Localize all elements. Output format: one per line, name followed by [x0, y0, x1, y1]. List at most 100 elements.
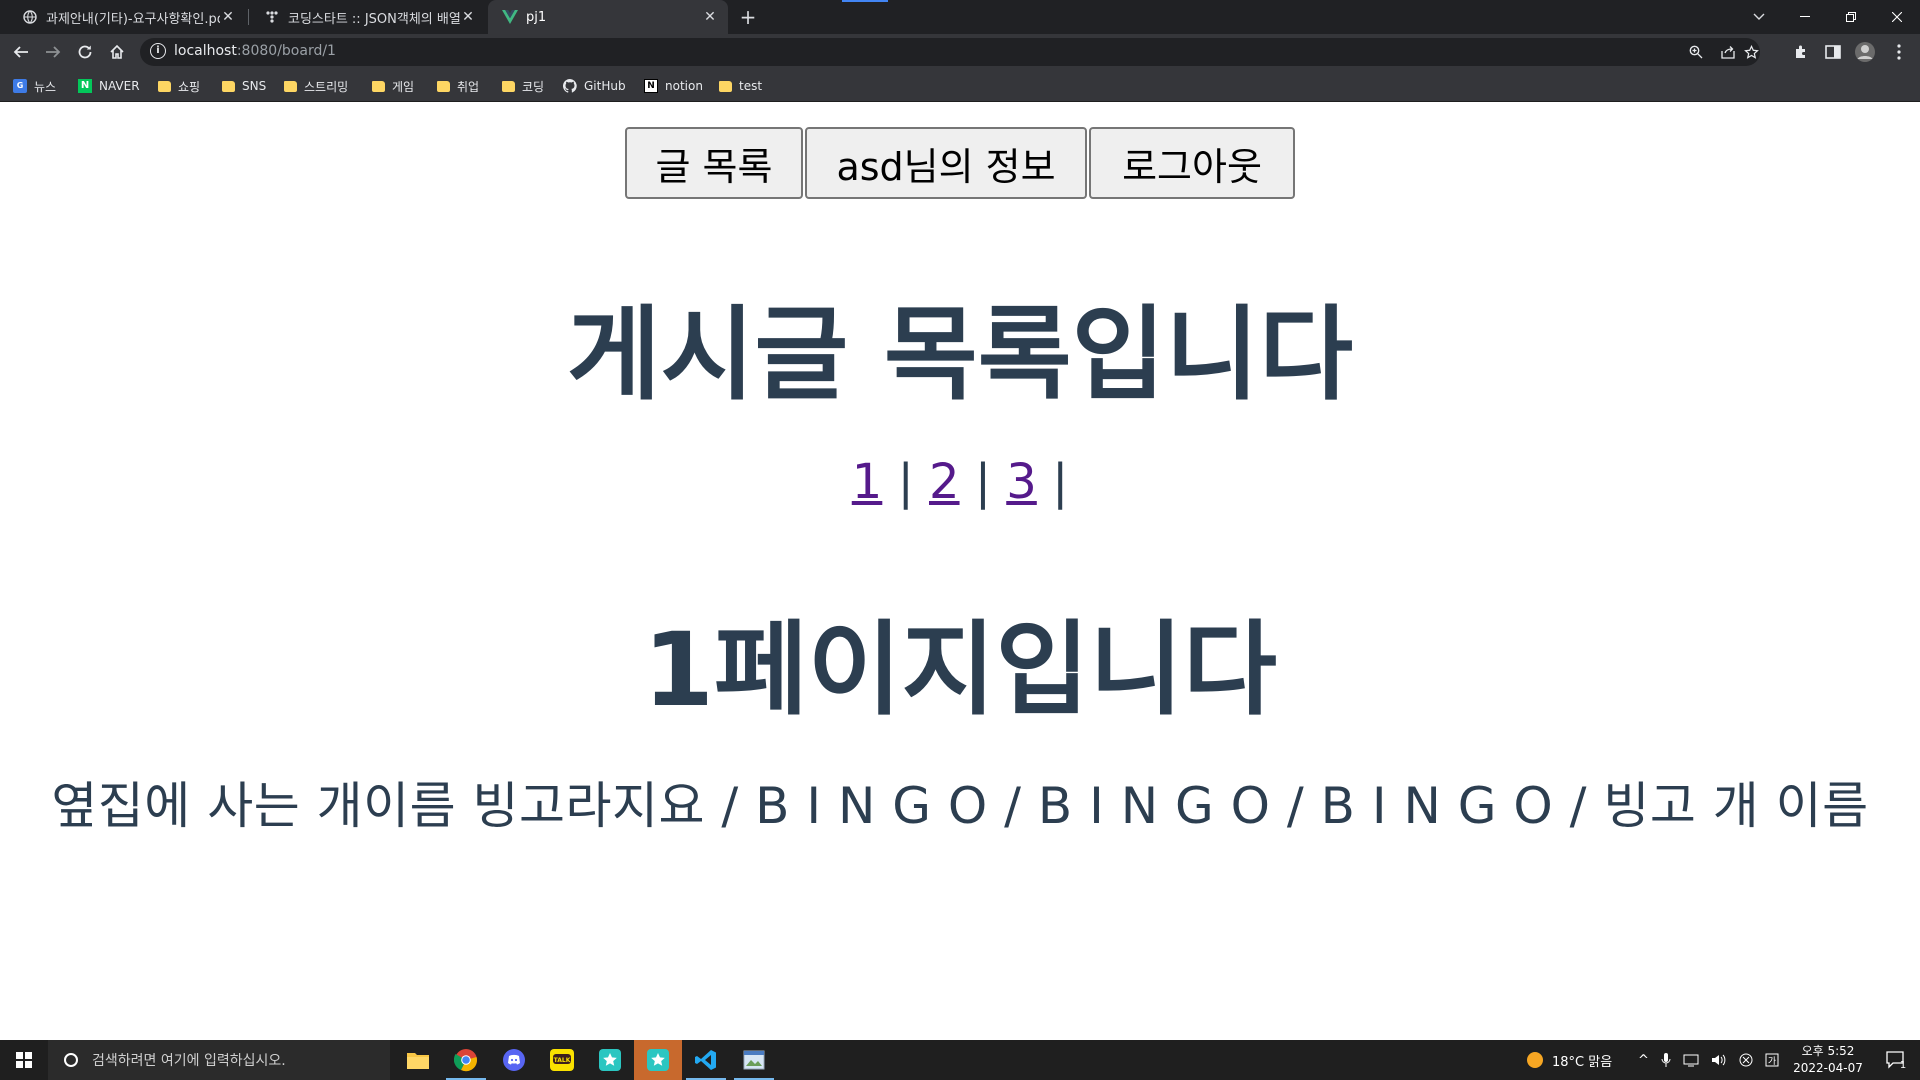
pagination: 1 | 2 | 3 |	[0, 454, 1920, 510]
bookmark-naver[interactable]: N NAVER	[78, 77, 140, 95]
system-tray: ^ 가	[1638, 1040, 1779, 1080]
tab-1-close-icon[interactable]: ✕	[220, 9, 236, 25]
bookmarks-bar: G 뉴스 N NAVER 쇼핑 SNS 스트리밍 게임 취업 코딩 GitHub N…	[0, 70, 1920, 102]
page-link-2[interactable]: 2	[929, 454, 960, 510]
home-button[interactable]	[102, 37, 132, 67]
restore-button[interactable]	[1828, 0, 1874, 34]
bookmark-label: 코딩	[522, 79, 545, 94]
user-info-button[interactable]: asd님의 정보	[805, 127, 1087, 199]
star-app-icon	[599, 1049, 621, 1071]
url-host: localhost	[174, 43, 237, 59]
blocked-icon	[1739, 1053, 1753, 1067]
pager-separator: |	[974, 454, 991, 510]
new-tab-button[interactable]: +	[736, 5, 760, 29]
vscode-icon	[695, 1050, 716, 1070]
tray-chevron-up-icon[interactable]: ^	[1638, 1053, 1649, 1068]
url-text[interactable]: localhost:8080/board/1	[174, 43, 336, 59]
bookmark-news[interactable]: G 뉴스	[13, 77, 56, 95]
clock-date: 2022-04-07	[1793, 1061, 1863, 1075]
tab-search-chevron-icon[interactable]	[1736, 0, 1782, 34]
bookmark-label: 스트리밍	[304, 79, 349, 94]
vscode-app[interactable]	[682, 1040, 730, 1080]
reload-button[interactable]	[70, 37, 100, 67]
tab-1-title: 과제안내(기타)-요구사항확인.pd	[46, 11, 220, 27]
chrome-app[interactable]	[442, 1040, 490, 1080]
logout-button[interactable]: 로그아웃	[1089, 127, 1295, 199]
site-info-icon[interactable]: i	[150, 43, 166, 59]
minimize-button[interactable]	[1782, 0, 1828, 34]
folder-icon	[222, 80, 235, 92]
ime-icon: 가	[1765, 1053, 1779, 1067]
bookmark-folder-games[interactable]: 게임	[372, 77, 414, 95]
notion-icon: N	[644, 79, 658, 93]
windows-taskbar: 검색하려면 여기에 입력하십시오. TALK 18°C 맑음 ^ 가 오후 5:…	[0, 1040, 1920, 1080]
bookmark-label: SNS	[242, 79, 267, 93]
image-viewer-icon	[743, 1050, 765, 1070]
profile-avatar[interactable]	[1850, 37, 1880, 67]
bookmark-folder-sns[interactable]: SNS	[222, 77, 266, 95]
svg-text:가: 가	[1768, 1056, 1776, 1067]
notification-button[interactable]: 1	[1872, 1040, 1920, 1080]
bookmark-folder-streaming[interactable]: 스트리밍	[284, 77, 348, 95]
bookmark-label: 쇼핑	[178, 79, 201, 94]
tab-2-title: 코딩스타트 :: JSON객체의 배열도	[288, 11, 460, 27]
globe-icon	[22, 9, 38, 25]
discord-icon	[503, 1049, 525, 1071]
folder-icon	[437, 80, 450, 92]
url-path: :8080/board/1	[236, 43, 336, 59]
clock-time: 오후 5:52	[1801, 1044, 1855, 1058]
bookmark-folder-test[interactable]: test	[719, 77, 762, 95]
page-link-3[interactable]: 3	[1006, 454, 1037, 510]
bookmark-label: NAVER	[99, 79, 140, 93]
browser-toolbar: i localhost:8080/board/1	[0, 34, 1920, 70]
bookmark-label: test	[739, 79, 763, 93]
tab-1[interactable]: 과제안내(기타)-요구사항확인.pd ✕	[8, 0, 246, 34]
bookmark-label: 취업	[457, 79, 480, 94]
windows-logo-icon	[16, 1052, 32, 1068]
image-viewer-app[interactable]	[730, 1040, 778, 1080]
folder-icon	[502, 80, 515, 92]
notification-count: 1	[1899, 1059, 1907, 1071]
taskbar-clock[interactable]: 오후 5:52 2022-04-07	[1788, 1043, 1868, 1077]
vue-icon	[502, 9, 518, 25]
bookmark-folder-coding[interactable]: 코딩	[502, 77, 544, 95]
tab-3-close-icon[interactable]: ✕	[702, 9, 718, 25]
tab-2[interactable]: 코딩스타트 :: JSON객체의 배열도 ✕	[250, 0, 486, 34]
discord-app[interactable]	[490, 1040, 538, 1080]
bookmark-folder-shopping[interactable]: 쇼핑	[158, 77, 200, 95]
chrome-icon	[454, 1049, 477, 1072]
star-app-2[interactable]	[634, 1040, 682, 1080]
bookmark-github[interactable]: GitHub	[562, 77, 626, 95]
current-page-title: 1페이지입니다	[642, 611, 1277, 730]
address-bar[interactable]: i localhost:8080/board/1	[140, 38, 1760, 66]
page-link-1[interactable]: 1	[852, 454, 883, 510]
bookmark-label: 게임	[392, 79, 415, 94]
kebab-menu-icon[interactable]	[1884, 37, 1914, 67]
weather-widget[interactable]: 18°C 맑음	[1526, 1040, 1612, 1080]
extensions-icon[interactable]	[1786, 37, 1816, 67]
side-panel-icon[interactable]	[1818, 37, 1848, 67]
star-app-1[interactable]	[586, 1040, 634, 1080]
kakaotalk-app[interactable]: TALK	[538, 1040, 586, 1080]
tab-2-close-icon[interactable]: ✕	[460, 9, 476, 25]
forward-button[interactable]	[38, 37, 68, 67]
folder-icon	[284, 80, 297, 92]
star-app-icon	[647, 1049, 669, 1071]
bookmark-label: 뉴스	[34, 79, 57, 94]
share-icon[interactable]	[1716, 40, 1740, 64]
folder-icon	[372, 80, 385, 92]
bookmark-notion[interactable]: Nnotion	[644, 77, 703, 95]
back-button[interactable]	[6, 37, 36, 67]
file-explorer-app[interactable]	[394, 1040, 442, 1080]
zoom-icon[interactable]	[1684, 40, 1708, 64]
bookmark-folder-jobs[interactable]: 취업	[437, 77, 479, 95]
bookmark-star-icon[interactable]	[1740, 40, 1762, 64]
taskbar-search[interactable]: 검색하려면 여기에 입력하십시오.	[48, 1040, 390, 1080]
tab-3[interactable]: pj1 ✕	[488, 0, 728, 34]
close-window-button[interactable]	[1874, 0, 1920, 34]
post-list-button[interactable]: 글 목록	[625, 127, 803, 199]
start-button[interactable]	[0, 1040, 48, 1080]
bookmark-label: GitHub	[584, 79, 626, 93]
sun-icon	[1527, 1052, 1543, 1068]
browser-tab-strip: 과제안내(기타)-요구사항확인.pd ✕ 코딩스타트 :: JSON객체의 배열…	[0, 0, 1920, 34]
